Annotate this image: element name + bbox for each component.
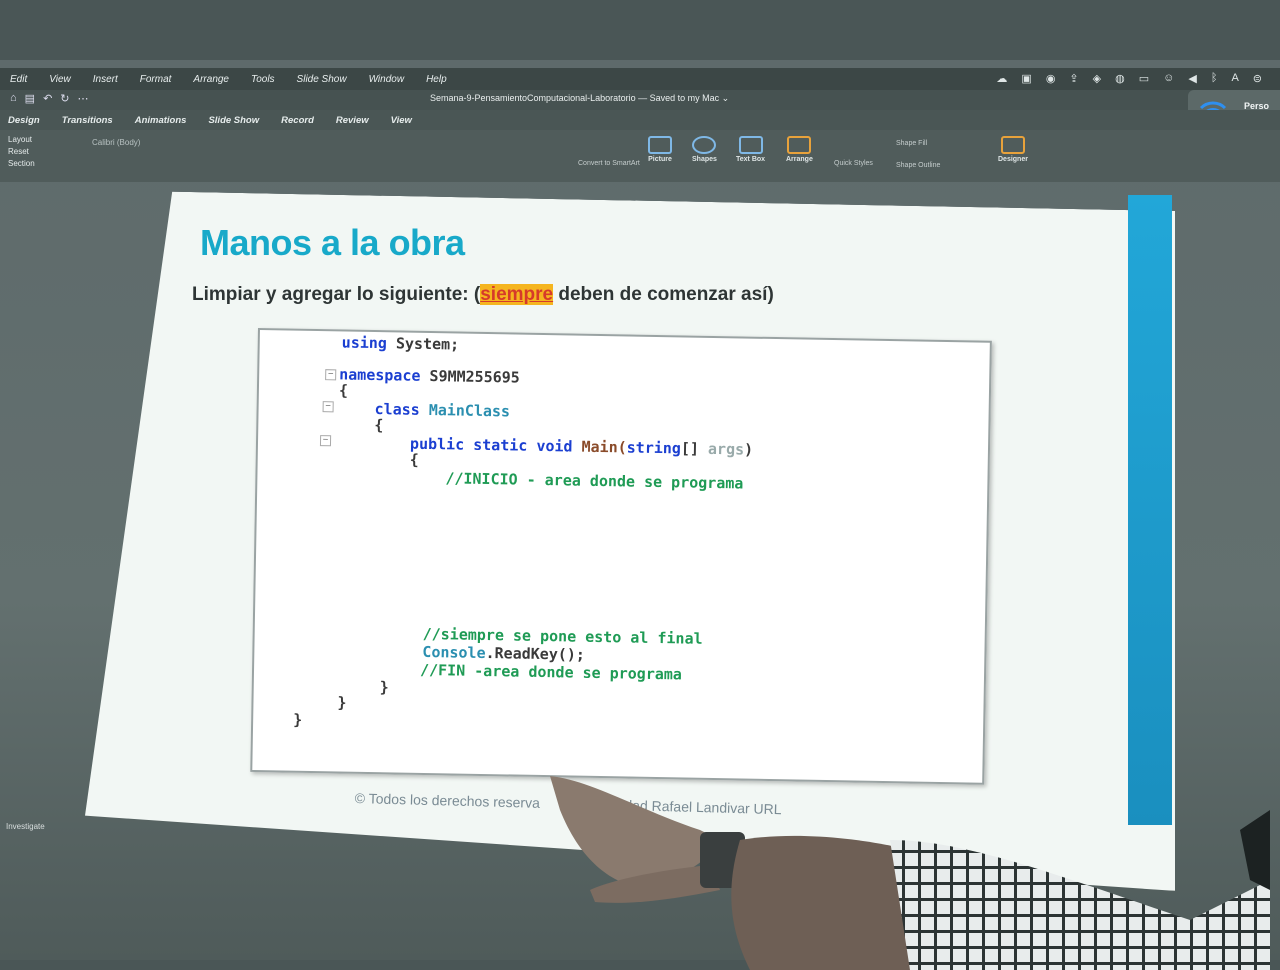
textbox-icon bbox=[738, 136, 763, 154]
tab-view[interactable]: View bbox=[391, 115, 412, 126]
display-icon[interactable]: ▣ bbox=[1021, 72, 1031, 85]
textbox-button[interactable]: Text Box bbox=[736, 136, 765, 163]
chrome-icon[interactable]: ◍ bbox=[1115, 72, 1125, 85]
shapes-icon bbox=[692, 136, 717, 154]
code-comment-fin: //FIN -area donde se programa bbox=[419, 660, 683, 684]
menu-view[interactable]: View bbox=[49, 74, 71, 85]
slide-subtitle: Limpiar y agregar lo siguiente: (siempre… bbox=[192, 284, 774, 306]
code-line-using: using System; bbox=[341, 333, 460, 354]
fold-icon: − bbox=[319, 435, 332, 447]
designer-icon bbox=[1000, 136, 1025, 154]
fold-icon: − bbox=[325, 369, 337, 381]
code-comment-inicio: //INICIO - area donde se programa bbox=[445, 469, 744, 493]
menu-edit[interactable]: Edit bbox=[10, 74, 27, 85]
code-brace-namespace-open: { bbox=[338, 381, 349, 400]
subtitle-text-before: Limpiar y agregar lo siguiente: ( bbox=[192, 284, 481, 305]
user-icon[interactable]: ☺ bbox=[1163, 72, 1174, 85]
picture-icon bbox=[648, 136, 672, 154]
teams-icon[interactable]: ◈ bbox=[1093, 72, 1101, 85]
reset-button[interactable]: Reset bbox=[8, 147, 35, 156]
monitor-icon[interactable]: ▭ bbox=[1139, 72, 1149, 85]
designer-label: Designer bbox=[998, 156, 1028, 163]
document-title: Semana-9-PensamientoComputacional-Labora… bbox=[430, 93, 730, 103]
textbox-label: Text Box bbox=[736, 156, 766, 163]
tab-design[interactable]: Design bbox=[8, 115, 40, 126]
volume-icon[interactable]: ◀ bbox=[1188, 72, 1196, 85]
slide-accent-bar bbox=[1128, 195, 1172, 825]
shapes-label: Shapes bbox=[692, 156, 717, 163]
section-button[interactable]: Section bbox=[8, 159, 35, 168]
upload-icon[interactable]: ⇪ bbox=[1069, 72, 1078, 85]
fold-icon: − bbox=[322, 401, 334, 413]
picture-label: Picture bbox=[648, 156, 672, 163]
presenter-hand bbox=[550, 776, 1270, 970]
menu-tools[interactable]: Tools bbox=[251, 74, 275, 85]
undo-icon[interactable]: ↶ bbox=[43, 92, 52, 105]
menu-help[interactable]: Help bbox=[426, 74, 447, 85]
control-center-icon[interactable]: ⊜ bbox=[1253, 72, 1262, 85]
menu-slide-show[interactable]: Slide Show bbox=[297, 74, 347, 85]
convert-smartart-button[interactable]: Convert to SmartArt bbox=[578, 160, 640, 167]
status-bar-label: Investigate bbox=[6, 822, 45, 831]
ribbon: Layout Reset Section Calibri (Body) Conv… bbox=[0, 130, 1280, 182]
tab-transitions[interactable]: Transitions bbox=[62, 115, 113, 126]
shape-fill-button[interactable]: Shape Fill bbox=[896, 140, 927, 147]
home-icon[interactable]: ⌂ bbox=[10, 92, 17, 105]
quick-access-toolbar: ⌂ ▤ ↶ ↻ ⋯ bbox=[10, 92, 89, 105]
picture-button[interactable]: Picture bbox=[648, 136, 672, 163]
arrange-button[interactable]: Arrange bbox=[786, 136, 813, 163]
code-line-class: class MainClass bbox=[374, 400, 511, 421]
tab-slide-show[interactable]: Slide Show bbox=[208, 115, 259, 126]
arrange-label: Arrange bbox=[786, 156, 813, 163]
subtitle-text-after: deben de comenzar así) bbox=[553, 284, 774, 305]
shape-outline-button[interactable]: Shape Outline bbox=[896, 162, 940, 169]
shapes-button[interactable]: Shapes bbox=[692, 136, 717, 163]
code-image: using System; − namespace S9MM255695 { −… bbox=[250, 328, 992, 785]
quick-styles-button[interactable]: Quick Styles bbox=[834, 160, 873, 167]
menu-arrange[interactable]: Arrange bbox=[193, 74, 229, 85]
keyboard-icon[interactable]: A bbox=[1231, 72, 1238, 85]
code-brace-main-close: } bbox=[379, 678, 389, 697]
ribbon-tabs: Design Transitions Animations Slide Show… bbox=[0, 110, 1280, 130]
tab-animations[interactable]: Animations bbox=[135, 115, 187, 126]
code-brace-namespace-close: } bbox=[293, 710, 303, 729]
tab-review[interactable]: Review bbox=[336, 115, 369, 126]
code-line-main: public static void Main(string[] args) bbox=[409, 434, 754, 459]
record-icon[interactable]: ◉ bbox=[1046, 72, 1056, 85]
title-bar: ⌂ ▤ ↶ ↻ ⋯ Semana-9-PensamientoComputacio… bbox=[0, 90, 1280, 110]
tab-record[interactable]: Record bbox=[281, 115, 314, 126]
menu-window[interactable]: Window bbox=[369, 74, 404, 85]
menu-insert[interactable]: Insert bbox=[93, 74, 118, 85]
code-brace-main-open: { bbox=[409, 450, 419, 469]
menu-format[interactable]: Format bbox=[140, 74, 172, 85]
code-line-namespace: namespace S9MM255695 bbox=[339, 365, 520, 387]
code-brace-class-open: { bbox=[374, 416, 384, 435]
arrange-icon bbox=[787, 136, 812, 154]
slide-title: Manos a la obra bbox=[200, 222, 465, 263]
save-icon[interactable]: ▤ bbox=[25, 92, 35, 105]
redo-icon[interactable]: ↻ bbox=[60, 92, 69, 105]
status-icons: ☁ ▣ ◉ ⇪ ◈ ◍ ▭ ☺ ◀ ᛒ A ⊜ bbox=[996, 72, 1262, 85]
cloud-icon[interactable]: ☁ bbox=[996, 72, 1007, 85]
subtitle-highlight: siempre bbox=[480, 284, 554, 305]
layout-button[interactable]: Layout bbox=[8, 135, 35, 144]
slides-group: Layout Reset Section bbox=[8, 135, 35, 168]
menu-bar: Edit View Insert Format Arrange Tools Sl… bbox=[0, 68, 1280, 90]
font-name-select[interactable]: Calibri (Body) bbox=[92, 138, 140, 147]
more-icon[interactable]: ⋯ bbox=[78, 92, 89, 105]
bluetooth-icon[interactable]: ᛒ bbox=[1211, 72, 1218, 85]
code-brace-class-close: } bbox=[337, 693, 347, 712]
designer-button[interactable]: Designer bbox=[998, 136, 1028, 163]
